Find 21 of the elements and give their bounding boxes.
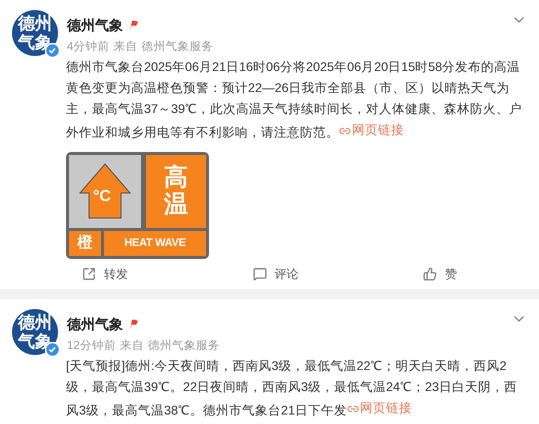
comment-button[interactable]: 评论 <box>252 264 298 283</box>
warning-english: HEAT WAVE <box>124 236 186 251</box>
flag-icon <box>129 318 138 330</box>
source-label: 来自 <box>113 40 138 55</box>
comment-icon <box>252 266 266 281</box>
author-name[interactable]: 德州气象 <box>67 314 123 335</box>
share-button[interactable]: 转发 <box>82 264 128 283</box>
post-time: 12分钟前 <box>67 338 116 354</box>
celsius-label: °C <box>93 189 111 206</box>
post-text: [天气预报]德州:今天夜间晴，西南风3级，最低气温22℃；明天白天晴，西风2级，最高气温39℃。22日夜间晴，西南风3级，最低气温24℃；23日白天阴，西风3级，最高气温38℃。德州市气象台21日下午发 网页链接 <box>66 358 518 421</box>
source-label: 来自 <box>120 338 144 354</box>
like-icon <box>423 266 437 281</box>
author-name[interactable]: 德州气象 <box>67 15 123 36</box>
post-time: 4分钟前 <box>67 40 110 55</box>
like-button[interactable]: 赞 <box>423 264 457 283</box>
post-text: 德州市气象台2025年06月21日16时06分将2025年06月20日15时58分发布的高温黄色变更为高温橙色预警：预计22—26日我市全部县（市、区）以晴热天气为主，最高气温37～39℃，此次高温天气持续时间长，对人体健康、森林防火、户外作业和城乡用电等有不利影响，请注意防范。 网页链接 <box>66 59 524 144</box>
share-icon <box>82 266 96 281</box>
warning-title: 高温 <box>164 164 188 218</box>
house-icon <box>79 163 131 220</box>
warning-level: 橙 <box>78 233 92 253</box>
flag-icon <box>129 20 138 31</box>
